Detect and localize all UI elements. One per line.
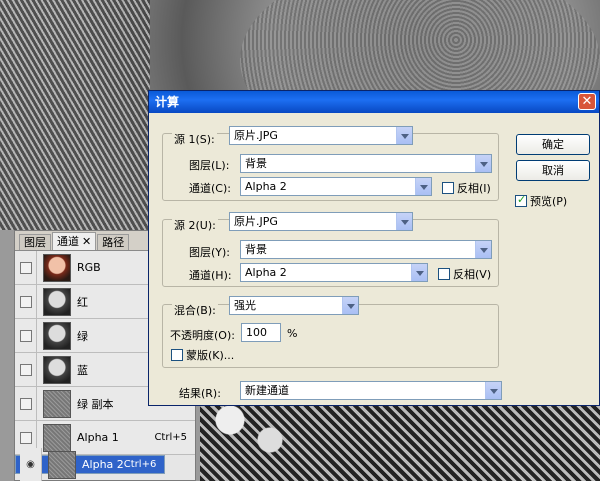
channel-thumbnail bbox=[43, 355, 71, 384]
visibility-box bbox=[19, 397, 32, 410]
dialog-titlebar[interactable]: 计算 ✕ bbox=[149, 91, 599, 113]
visibility-box bbox=[19, 431, 32, 444]
visibility-box bbox=[19, 261, 32, 274]
eye-icon: ◉ bbox=[26, 459, 35, 470]
mask-checkbox[interactable]: 蒙版(K)... bbox=[171, 347, 234, 363]
source2-channel-select[interactable]: Alpha 2 bbox=[240, 263, 428, 282]
source2-file-select[interactable]: 原片.JPG bbox=[229, 212, 413, 231]
result-label: 结果(R): bbox=[179, 387, 221, 400]
chevron-down-icon bbox=[411, 264, 427, 281]
ok-button[interactable]: 确定 bbox=[516, 134, 590, 155]
cancel-button[interactable]: 取消 bbox=[516, 160, 590, 181]
channel-thumbnail bbox=[43, 389, 71, 418]
visibility-toggle[interactable] bbox=[15, 386, 37, 421]
channel-shortcut: Ctrl+5 bbox=[154, 432, 187, 443]
opacity-input[interactable]: 100 bbox=[241, 323, 281, 342]
source1-file-select[interactable]: 原片.JPG bbox=[229, 126, 413, 145]
visibility-toggle[interactable] bbox=[15, 284, 37, 319]
source2-layer-select[interactable]: 背景 bbox=[240, 240, 492, 259]
chevron-down-icon bbox=[485, 382, 501, 399]
source2-invert-checkbox[interactable]: 反相(V) bbox=[438, 266, 491, 282]
chevron-down-icon bbox=[396, 213, 412, 230]
visibility-box bbox=[19, 295, 32, 308]
checkbox-box bbox=[442, 182, 454, 194]
channel-thumbnail bbox=[43, 287, 71, 316]
percent-sign: % bbox=[287, 327, 298, 340]
channel-row-alpha-2[interactable]: ◉ Alpha 2 Ctrl+6 bbox=[15, 447, 166, 481]
source2-label: 源 2(U): bbox=[172, 217, 218, 233]
channel-thumbnail bbox=[48, 450, 76, 479]
calculations-dialog: 计算 ✕ 源 1(S): 原片.JPG 图层(L): 背景 通道(C): Alp… bbox=[148, 90, 600, 406]
source2-layer-label: 图层(Y): bbox=[189, 246, 231, 259]
tab-close-icon[interactable]: ✕ bbox=[82, 235, 91, 248]
source1-channel-label: 通道(C): bbox=[189, 182, 231, 195]
channel-thumbnail bbox=[43, 321, 71, 350]
visibility-toggle[interactable] bbox=[15, 250, 37, 285]
tab-layers[interactable]: 图层 bbox=[19, 234, 51, 250]
blend-label: 混合(B): bbox=[172, 302, 218, 318]
dialog-title: 计算 bbox=[155, 95, 180, 109]
channel-thumbnail bbox=[43, 423, 71, 452]
checkbox-box bbox=[438, 268, 450, 280]
close-button[interactable]: ✕ bbox=[578, 93, 596, 110]
tab-paths[interactable]: 路径 bbox=[97, 234, 130, 250]
visibility-box bbox=[19, 329, 32, 342]
chevron-down-icon bbox=[342, 297, 358, 314]
source1-label: 源 1(S): bbox=[172, 131, 217, 147]
channel-row-alpha-1[interactable]: Alpha 1 Ctrl+5 bbox=[15, 420, 195, 455]
checkbox-box bbox=[171, 349, 183, 361]
hair-area bbox=[0, 0, 150, 230]
chevron-down-icon bbox=[475, 155, 491, 172]
visibility-box bbox=[19, 363, 32, 376]
source1-layer-select[interactable]: 背景 bbox=[240, 154, 492, 173]
chevron-down-icon bbox=[475, 241, 491, 258]
source1-invert-checkbox[interactable]: 反相(I) bbox=[442, 180, 491, 196]
blend-mode-select[interactable]: 强光 bbox=[229, 296, 359, 315]
channel-name: Alpha 1 bbox=[77, 431, 119, 444]
visibility-toggle[interactable]: ◉ bbox=[20, 447, 42, 481]
preview-checkbox[interactable]: 预览(P) bbox=[515, 193, 567, 209]
opacity-label: 不透明度(O): bbox=[170, 329, 235, 342]
channel-name: Alpha 2 bbox=[82, 458, 124, 471]
source1-channel-select[interactable]: Alpha 2 bbox=[240, 177, 432, 196]
close-icon: ✕ bbox=[581, 94, 593, 109]
channel-shortcut: Ctrl+6 bbox=[123, 459, 157, 470]
chevron-down-icon bbox=[415, 178, 431, 195]
checkbox-box bbox=[515, 193, 527, 207]
source2-channel-label: 通道(H): bbox=[189, 269, 232, 282]
result-select[interactable]: 新建通道 bbox=[240, 381, 502, 400]
visibility-toggle[interactable] bbox=[15, 352, 37, 387]
channel-thumbnail bbox=[43, 253, 71, 282]
source1-layer-label: 图层(L): bbox=[189, 159, 230, 172]
visibility-toggle[interactable] bbox=[15, 318, 37, 353]
chevron-down-icon bbox=[396, 127, 412, 144]
tab-channels[interactable]: 通道 ✕ bbox=[52, 232, 97, 250]
